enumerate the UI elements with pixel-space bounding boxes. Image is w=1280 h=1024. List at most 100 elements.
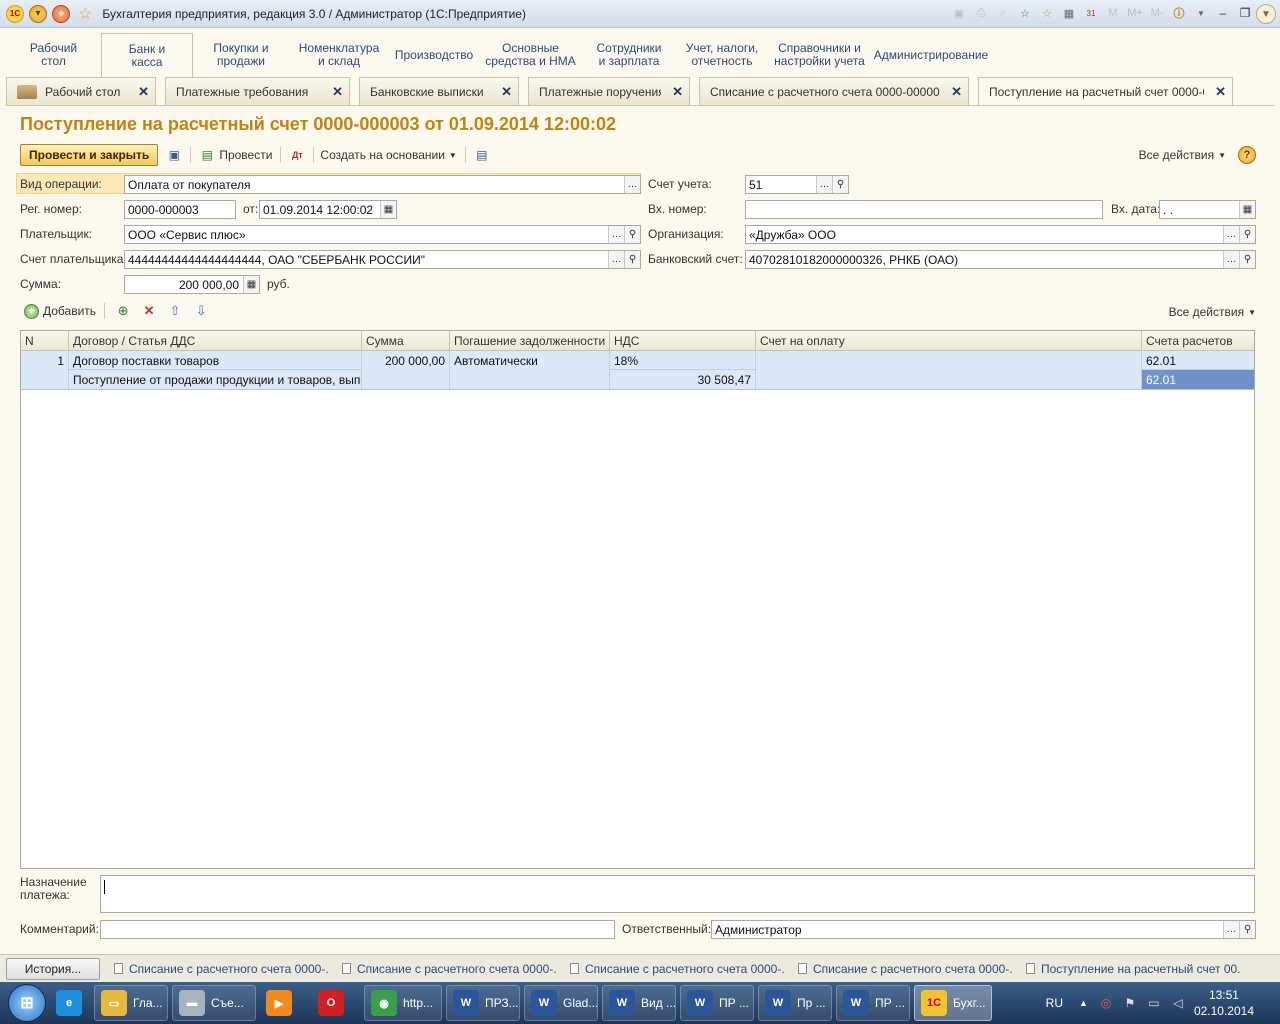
restore-icon[interactable]: ❐ [1236, 5, 1254, 21]
open-window-item[interactable]: Списание с расчетного счета 0000-... [798, 962, 1012, 976]
delete-row-icon[interactable]: ✕ [141, 303, 157, 319]
open-window-item[interactable]: Списание с расчетного счета 0000-... [114, 962, 328, 976]
close-tab-icon[interactable]: ✕ [672, 84, 683, 100]
search-icon[interactable]: ⚲ [624, 226, 640, 243]
sum-field[interactable]: 200 000,00 ▦ [124, 275, 260, 294]
repayment-cell[interactable]: Автоматически [450, 351, 610, 389]
in-date-field[interactable]: . . ▦ [1159, 200, 1256, 219]
taskbar-app-0[interactable]: e [50, 985, 90, 1021]
section-2[interactable]: Покупки и продажи [193, 33, 289, 77]
post-button[interactable]: Провести [219, 148, 272, 162]
search-icon[interactable]: ⚲ [832, 176, 848, 193]
flag-icon[interactable]: ⚑ [1122, 995, 1138, 1011]
close-tab-icon[interactable]: ✕ [951, 84, 962, 100]
contract-cell[interactable]: Договор поставки товаров [69, 351, 362, 370]
taskbar-app-2[interactable]: ▬ Съе... [172, 985, 256, 1021]
chevron-down-icon[interactable]: ▼ [449, 151, 457, 160]
select-ellipsis-icon[interactable]: … [1223, 226, 1239, 243]
add-button[interactable]: Добавить [43, 304, 96, 318]
section-1[interactable]: Банк и касса [101, 33, 193, 77]
print-icon[interactable]: ⎙ [972, 4, 990, 22]
taskbar-app-6[interactable]: W ПРЗ... [446, 985, 520, 1021]
memory-mminus-icon[interactable]: M- [1148, 4, 1166, 22]
report-icon[interactable]: ▤ [474, 147, 490, 163]
info-icon[interactable]: ⓘ [1170, 4, 1188, 22]
add-icon[interactable]: + [24, 303, 39, 319]
post-icon[interactable]: ▤ [199, 147, 215, 163]
memory-mplus-icon[interactable]: M+ [1126, 4, 1144, 22]
memory-m-icon[interactable]: M [1104, 4, 1122, 22]
tab-0[interactable]: Рабочий стол ✕ [6, 77, 156, 105]
1c-logo-icon[interactable]: 1C [6, 4, 24, 23]
calculator-icon[interactable]: ▦ [1060, 4, 1078, 22]
section-5[interactable]: Основные средства и НМА [479, 33, 582, 77]
select-ellipsis-icon[interactable]: … [608, 251, 624, 268]
section-9[interactable]: Администрирование [871, 33, 991, 77]
column-header-accounts[interactable]: Счета расчетов [1142, 331, 1254, 351]
section-3[interactable]: Номенклатура и склад [289, 33, 389, 77]
taskbar-app-11[interactable]: W ПР ... [836, 985, 910, 1021]
start-button-icon[interactable]: ⊞ [8, 984, 46, 1022]
column-header-contract[interactable]: Договор / Статья ДДС [69, 331, 362, 351]
bookmark-icon[interactable]: ☆ [1038, 4, 1056, 22]
table-row[interactable]: 1 Договор поставки товаров Поступление о… [21, 351, 1254, 389]
preview-icon[interactable]: ⌕ [994, 4, 1012, 22]
copy-row-icon[interactable]: ⊕ [115, 303, 131, 319]
move-down-icon[interactable]: ⇩ [193, 303, 209, 319]
calendar-icon[interactable]: 31 [1082, 4, 1100, 22]
move-up-icon[interactable]: ⇧ [167, 303, 183, 319]
open-window-item[interactable]: Списание с расчетного счета 0000-... [342, 962, 556, 976]
open-window-item[interactable]: Списание с расчетного счета 0000-... [570, 962, 784, 976]
taskbar-app-5[interactable]: ◉ http... [364, 985, 442, 1021]
calendar-icon[interactable]: ▦ [1239, 201, 1255, 218]
dropdown-icon[interactable]: ▼ [1192, 4, 1210, 22]
responsible-field[interactable]: Администратор … ⚲ [711, 920, 1256, 939]
payer-account-field[interactable]: 44444444444444444444, ОАО "СБЕРБАНК РОСС… [124, 250, 641, 269]
account-field[interactable]: 51 … ⚲ [745, 175, 849, 194]
advance-account-cell[interactable]: 62.01 [1142, 370, 1254, 389]
select-ellipsis-icon[interactable]: … [1223, 921, 1239, 938]
bookmark-add-icon[interactable]: ☆ [1016, 4, 1034, 22]
taskbar-app-1[interactable]: ▭ Гла... [94, 985, 168, 1021]
close-tab-icon[interactable]: ✕ [138, 84, 149, 100]
volume-icon[interactable]: ◁ [1170, 995, 1186, 1011]
taskbar-app-8[interactable]: W Вид ... [602, 985, 676, 1021]
tabs-list-dropdown-icon[interactable]: ▼ [1256, 4, 1276, 24]
vat-sum-cell[interactable]: 30 508,47 [610, 370, 756, 389]
column-header-n[interactable]: N [21, 331, 69, 351]
section-8[interactable]: Справочники и настройки учета [768, 33, 871, 77]
taskbar-app-10[interactable]: W Пр ... [758, 985, 832, 1021]
chevron-down-icon[interactable]: ▼ [1248, 308, 1256, 317]
taskbar-app-4[interactable]: O [312, 985, 360, 1021]
taskbar-app-3[interactable]: ▶ [260, 985, 308, 1021]
search-icon[interactable]: ⚲ [1239, 251, 1255, 268]
dds-item-cell[interactable]: Поступление от продажи продукции и товар… [69, 370, 362, 389]
operation-type-field[interactable]: Оплата от покупателя … [124, 175, 641, 194]
vat-rate-cell[interactable]: 18% [610, 351, 756, 370]
post-and-close-button[interactable]: Провести и закрыть [20, 144, 159, 166]
section-7[interactable]: Учет, налоги, отчетность [676, 33, 768, 77]
antivirus-icon[interactable]: ◎ [1098, 995, 1114, 1011]
calendar-icon[interactable]: ▦ [380, 201, 396, 218]
date-field[interactable]: 01.09.2014 12:00:02 ▦ [259, 200, 397, 219]
show-hidden-icons-icon[interactable]: ▲ [1079, 998, 1088, 1008]
search-icon[interactable]: ⚲ [624, 251, 640, 268]
open-window-item[interactable]: Поступление на расчетный счет 00... [1026, 962, 1240, 976]
tab-5[interactable]: Поступление на расчетный счет 0000-0000.… [978, 77, 1233, 105]
column-header-invoice[interactable]: Счет на оплату [756, 331, 1142, 351]
reg-number-field[interactable]: 0000-000003 [124, 200, 236, 219]
create-based-on-button[interactable]: Создать на основании [320, 148, 445, 162]
in-number-field[interactable] [745, 200, 1103, 219]
bank-account-field[interactable]: 40702810182000000326, РНКБ (ОАО) … ⚲ [745, 250, 1256, 269]
sum-cell[interactable]: 200 000,00 [362, 351, 450, 389]
organization-field[interactable]: «Дружба» ООО … ⚲ [745, 225, 1256, 244]
tab-3[interactable]: Платежные поручения ✕ [528, 77, 690, 105]
main-menu-icon[interactable]: ▾ [29, 4, 47, 23]
row-number-cell[interactable]: 1 [21, 351, 69, 389]
taskbar-app-12[interactable]: 1C Бухг... [914, 985, 992, 1021]
column-header-sum[interactable]: Сумма [362, 331, 450, 351]
language-indicator[interactable]: RU [1046, 996, 1063, 1010]
close-tab-icon[interactable]: ✕ [332, 84, 343, 100]
section-6[interactable]: Сотрудники и зарплата [582, 33, 676, 77]
tab-1[interactable]: Платежные требования ✕ [165, 77, 350, 105]
